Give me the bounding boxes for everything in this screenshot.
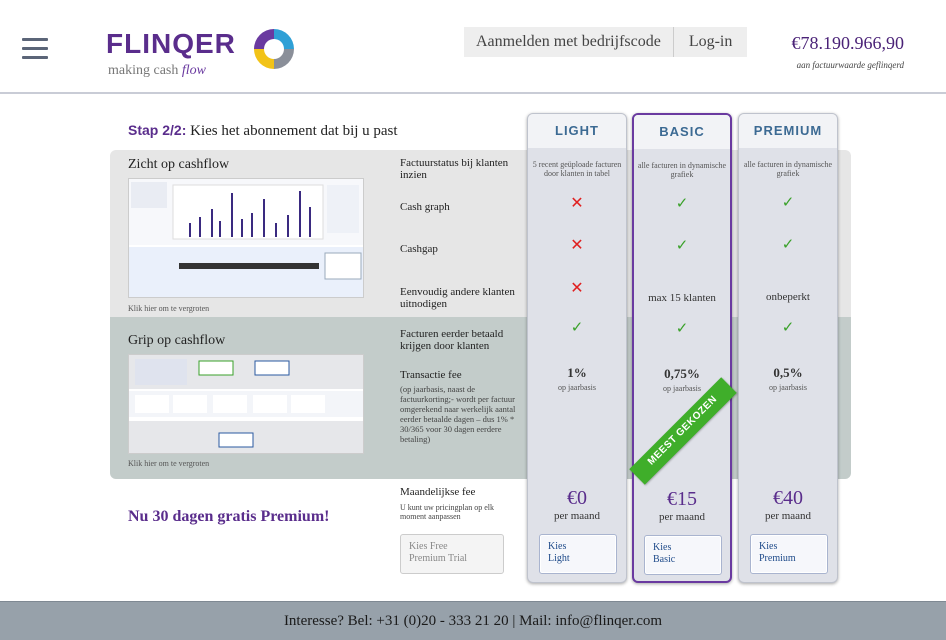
- plan-per: per maand: [764, 510, 812, 522]
- feature-monthly-note: U kunt uw pricingplan op elk moment aanp…: [400, 503, 494, 521]
- plan-status: alle facturen in dynamische grafiek: [743, 160, 833, 178]
- plan-column-light: LIGHT 5 recent geüploade facturen door k…: [527, 113, 627, 583]
- plan-fee: 0,75%: [664, 366, 700, 381]
- check-icon: ✓: [570, 318, 584, 336]
- choose-basic-button[interactable]: Kies Basic: [644, 535, 722, 575]
- grip-screenshot-thumbnail[interactable]: [128, 354, 364, 454]
- choose-premium-button[interactable]: Kies Premium: [750, 534, 828, 574]
- check-icon: ✓: [781, 235, 795, 253]
- company-login-button[interactable]: Aanmelden met bedrijfscode: [464, 27, 673, 57]
- menu-icon[interactable]: [22, 38, 48, 60]
- feature-cashgap: Cashgap: [400, 243, 438, 255]
- plan-fee: 0,5%: [773, 365, 803, 380]
- plan-fee: 1%: [567, 365, 587, 380]
- plan-price: €0: [567, 487, 587, 509]
- section-title-grip: Grip op cashflow: [128, 333, 226, 348]
- logo-tagline: making cash flow: [108, 63, 206, 78]
- logo[interactable]: FLINQER making cash flow: [106, 28, 236, 78]
- cashflow-screenshot-thumbnail[interactable]: [128, 178, 364, 298]
- plan-status: 5 recent geüploade facturen door klanten…: [532, 160, 622, 178]
- plan-invite: onbeperkt: [766, 291, 810, 303]
- site-header: FLINQER making cash flow Aanmelden met b…: [0, 0, 946, 94]
- cross-icon: ✕: [570, 278, 584, 297]
- plan-price: €40: [773, 487, 803, 509]
- plan-status: alle facturen in dynamische grafiek: [637, 161, 727, 179]
- feature-cash-graph: Cash graph: [400, 201, 450, 213]
- feature-fee: Transactie fee: [400, 369, 462, 381]
- feature-invite: Eenvoudig andere klanten uitnodigen: [400, 286, 515, 310]
- plan-name: LIGHT: [528, 114, 626, 148]
- top-nav: Aanmelden met bedrijfscode Log-in: [464, 27, 748, 57]
- logo-swirl-icon: [254, 29, 294, 69]
- feature-status: Factuurstatus bij klanten inzien: [400, 157, 509, 181]
- promo-text: Nu 30 dagen gratis Premium!: [128, 508, 330, 525]
- cross-icon: ✕: [570, 235, 584, 254]
- plan-column-premium: PREMIUM alle facturen in dynamische graf…: [738, 113, 838, 583]
- feature-fee-note: (op jaarbasis, naast de factuurkorting;-…: [400, 384, 516, 444]
- step-heading: Stap 2/2: Kies het abonnement dat bij u …: [128, 122, 398, 139]
- plan-column-basic: BASIC alle facturen in dynamische grafie…: [632, 113, 732, 583]
- total-caption: aan factuurwaarde geflinqerd: [796, 60, 904, 70]
- feature-early-pay: Facturen eerder betaald krijgen door kla…: [400, 328, 504, 352]
- logo-name: FLINQER: [106, 28, 236, 59]
- total-counter: €78.190.966,90 aan factuurwaarde geflinq…: [792, 33, 905, 70]
- plan-invite: max 15 klanten: [648, 292, 716, 304]
- contact-footer: Interesse? Bel: +31 (0)20 - 333 21 20 | …: [0, 601, 946, 640]
- cashflow-chart-icon: [129, 179, 363, 297]
- plan-per: per maand: [658, 511, 706, 523]
- section-title-cashflow: Zicht op cashflow: [128, 157, 230, 172]
- check-icon: ✓: [675, 236, 689, 254]
- cross-icon: ✕: [570, 193, 584, 212]
- grip-flow-icon: [129, 355, 363, 453]
- plan-fee-sub: op jaarbasis: [558, 383, 596, 392]
- enlarge-link-grip[interactable]: Klik hier om te vergroten: [128, 459, 209, 468]
- check-icon: ✓: [675, 194, 689, 212]
- enlarge-link-cashflow[interactable]: Klik hier om te vergroten: [128, 304, 209, 313]
- check-icon: ✓: [781, 193, 795, 211]
- plan-price: €15: [667, 488, 697, 510]
- plan-name: BASIC: [634, 115, 730, 149]
- plan-per: per maand: [553, 510, 601, 522]
- check-icon: ✓: [781, 318, 795, 336]
- plan-fee-sub: op jaarbasis: [769, 383, 807, 392]
- plan-name: PREMIUM: [739, 114, 837, 148]
- check-icon: ✓: [675, 319, 689, 337]
- login-button[interactable]: Log-in: [672, 27, 748, 57]
- total-value: €78.190.966,90: [791, 33, 905, 53]
- free-trial-button[interactable]: Kies Free Premium Trial: [400, 534, 504, 574]
- feature-monthly: Maandelijkse fee: [400, 486, 476, 498]
- choose-light-button[interactable]: Kies Light: [539, 534, 617, 574]
